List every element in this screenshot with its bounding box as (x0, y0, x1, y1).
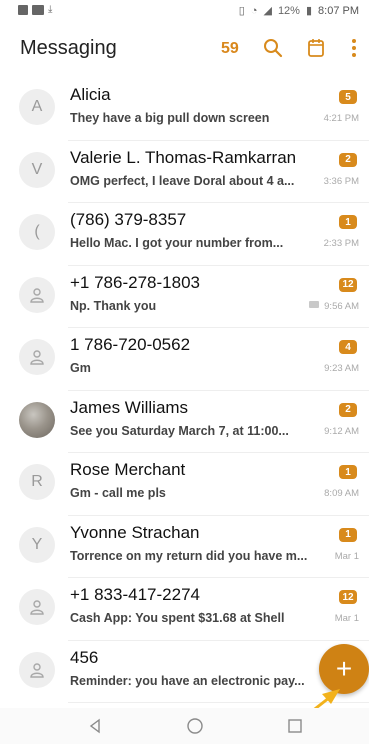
back-button[interactable] (82, 714, 108, 738)
conversation-row[interactable]: R Rose Merchant Gm - call me pls 1 8:09 … (0, 453, 369, 516)
status-bar-right: ▯ ◔ ◢ 12% ▮ 8:07 PM (238, 4, 359, 18)
message-time: Mar 1 (334, 613, 359, 624)
message-preview: Np. Thank you (70, 298, 157, 313)
message-preview: Reminder: you have an electronic pay... (70, 673, 305, 688)
download-icon: ⤓ (48, 4, 53, 15)
search-icon (264, 39, 283, 58)
avatar: ( (19, 214, 55, 250)
conversation-row[interactable]: V Valerie L. Thomas-Ramkarran OMG perfec… (0, 141, 369, 204)
contact-icon (30, 350, 44, 365)
avatar (19, 589, 55, 625)
calendar-button[interactable] (303, 35, 329, 61)
status-bar: ⤓ ▯ ◔ ◢ 12% ▮ 8:07 PM (0, 0, 369, 22)
message-preview: Hello Mac. I got your number from... (70, 236, 284, 250)
page-title: Messaging (20, 37, 117, 59)
avatar: R (19, 464, 55, 500)
message-preview: Cash App: You spent $31.68 at Shell (70, 611, 285, 625)
contact-name: Valerie L. Thomas-Ramkarran (70, 147, 297, 167)
conversation-row[interactable]: ( (786) 379-8357 Hello Mac. I got your n… (0, 203, 369, 266)
message-preview: They have a big pull down screen (70, 111, 270, 125)
unread-badge: 12 (339, 590, 357, 604)
recents-button[interactable] (282, 714, 308, 738)
message-time: 4:21 PM (323, 113, 359, 124)
contact-name: +1 833-417-2274 (70, 585, 200, 604)
home-button[interactable] (182, 714, 208, 738)
avatar (19, 339, 55, 375)
avatar: A (19, 89, 55, 125)
search-button[interactable] (260, 35, 286, 61)
unread-badge: 12 (339, 277, 357, 292)
unread-badge: 1 (339, 465, 357, 479)
avatar: Y (19, 526, 55, 563)
vibrate-icon: ▯ (238, 5, 245, 17)
wifi-icon: ◔ (250, 4, 258, 17)
message-preview: Torrence on my return did you have m... (70, 548, 308, 563)
avatar (19, 651, 55, 688)
more-options-icon (352, 39, 356, 57)
unread-badge: 5 (339, 90, 357, 104)
battery-text: 12% (277, 4, 300, 17)
calendar-icon (308, 39, 324, 57)
message-time: 9:56 AM (324, 300, 359, 312)
conversation-row[interactable]: Y Yvonne Strachan Torrence on my return … (0, 516, 369, 579)
contact-name: 1 786-720-0562 (70, 335, 191, 354)
message-time: Mar 1 (334, 550, 359, 562)
message-time: 9:12 AM (324, 425, 359, 437)
unread-badge: 1 (339, 527, 357, 542)
contact-icon (30, 287, 44, 303)
contact-name: (786) 379-8357 (70, 210, 187, 229)
home-icon (187, 718, 203, 734)
message-time: 8:09 AM (324, 488, 359, 499)
contact-name: Alicia (70, 85, 111, 104)
plus-icon: + (335, 653, 353, 684)
conversation-row[interactable]: +1 786-278-1803 Np. Thank you 12 9:56 AM (0, 266, 369, 329)
back-icon (89, 718, 100, 734)
unread-badge: 2 (339, 152, 357, 167)
message-time: 9:23 AM (324, 363, 359, 374)
unread-count: 59 (221, 40, 239, 57)
notification-icon (18, 4, 28, 15)
contact-name: +1 786-278-1803 (70, 272, 200, 292)
contact-name: 456 (70, 647, 99, 667)
unread-badge: 2 (339, 402, 357, 417)
contact-name: James Williams (70, 397, 189, 417)
avatar-photo (19, 401, 55, 438)
conversation-row[interactable]: 456 Reminder: you have an electronic pay… (0, 641, 369, 704)
conversation-list: A Alicia They have a big pull down scree… (0, 78, 369, 703)
conversation-row[interactable]: A Alicia They have a big pull down scree… (0, 78, 369, 141)
message-time: 3:36 PM (323, 175, 359, 187)
conversation-row[interactable]: +1 833-417-2274 Cash App: You spent $31.… (0, 578, 369, 641)
message-preview: OMG perfect, I leave Doral about 4 a... (70, 173, 295, 188)
contact-name: Rose Merchant (70, 460, 186, 479)
avatar (19, 276, 55, 313)
navigation-bar (0, 708, 369, 744)
conversation-row[interactable]: 1 786-720-0562 Gm 4 9:23 AM (0, 328, 369, 391)
compose-button[interactable]: + (319, 644, 369, 694)
signal-icon: ◢ (263, 5, 272, 17)
avatar: V (19, 151, 55, 188)
message-icon (32, 4, 44, 15)
more-options-button[interactable] (341, 35, 367, 61)
contact-icon (30, 600, 44, 615)
conversation-row[interactable]: James Williams See you Saturday March 7,… (0, 391, 369, 454)
message-preview: Gm (70, 361, 91, 375)
message-time: 2:33 PM (323, 238, 359, 249)
sim-icon (309, 300, 319, 308)
battery-icon: ▮ (305, 5, 313, 17)
message-preview: See you Saturday March 7, at 11:00... (70, 423, 289, 438)
status-time: 8:07 PM (318, 4, 359, 17)
contact-name: Yvonne Strachan (70, 522, 200, 542)
recents-icon (288, 719, 302, 733)
status-bar-left: ⤓ (18, 4, 52, 15)
message-preview: Gm - call me pls (70, 486, 166, 500)
app-bar: Messaging 59 (0, 22, 369, 74)
unread-badge: 4 (339, 340, 357, 354)
unread-badge: 1 (339, 215, 357, 229)
contact-icon (30, 662, 44, 678)
